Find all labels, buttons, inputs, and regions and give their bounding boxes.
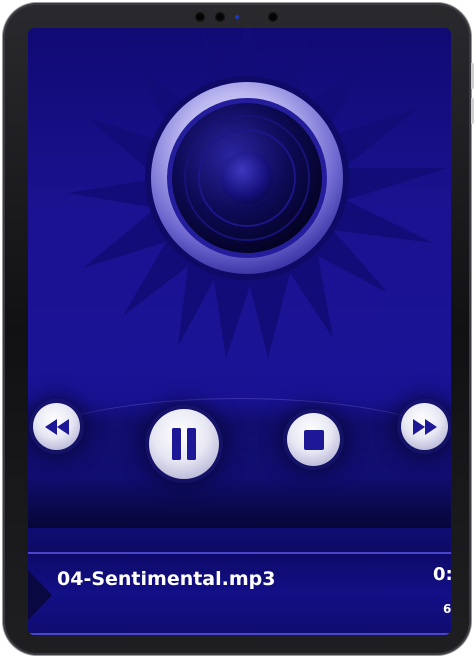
music-player-screen: 04-Sentimental.mp3 0: 6 xyxy=(28,28,451,635)
rewind-button[interactable] xyxy=(33,403,80,450)
speaker-artwork xyxy=(68,28,448,358)
indicator-light xyxy=(235,15,239,19)
volume-down-hardware-button xyxy=(471,98,474,124)
fast-forward-icon xyxy=(412,418,437,435)
track-arrow-icon xyxy=(28,570,52,620)
total-time: 6 xyxy=(443,602,451,616)
tablet-device-frame: 04-Sentimental.mp3 0: 6 xyxy=(3,3,474,655)
front-camera-sensor xyxy=(195,12,205,22)
front-sensor xyxy=(215,12,225,22)
proximity-sensor xyxy=(268,12,278,22)
stop-icon xyxy=(303,429,324,450)
rewind-icon xyxy=(44,418,69,435)
volume-up-hardware-button xyxy=(471,63,474,89)
speaker xyxy=(145,76,349,280)
playback-controls-bar xyxy=(28,398,451,528)
pause-button[interactable] xyxy=(149,409,219,479)
stop-button[interactable] xyxy=(287,413,340,466)
now-playing-bar[interactable]: 04-Sentimental.mp3 0: 6 xyxy=(28,552,451,635)
pause-icon xyxy=(172,428,196,460)
current-time: 0: xyxy=(433,564,451,585)
fast-forward-button[interactable] xyxy=(401,403,448,450)
track-name: 04-Sentimental.mp3 xyxy=(57,568,276,590)
